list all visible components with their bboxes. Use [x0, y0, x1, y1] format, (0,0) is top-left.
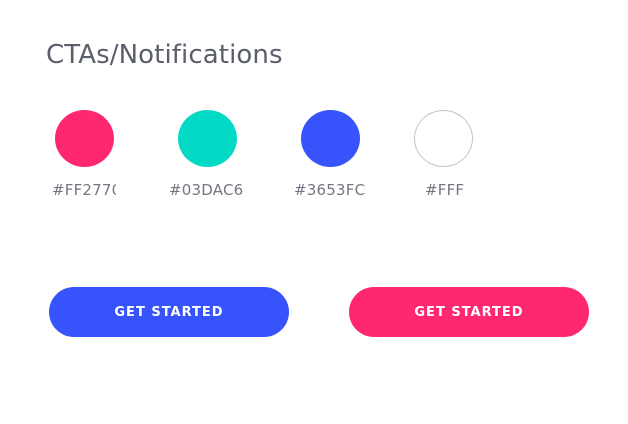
swatch-circle	[414, 110, 473, 167]
section-title: CTAs/Notifications	[46, 40, 283, 70]
color-swatch-white: #FFF	[0, 110, 628, 206]
get-started-button-pink[interactable]: GET STARTED	[349, 287, 589, 337]
get-started-button-blue[interactable]: GET STARTED	[49, 287, 289, 337]
swatch-hex-label: #FFF	[425, 181, 465, 199]
